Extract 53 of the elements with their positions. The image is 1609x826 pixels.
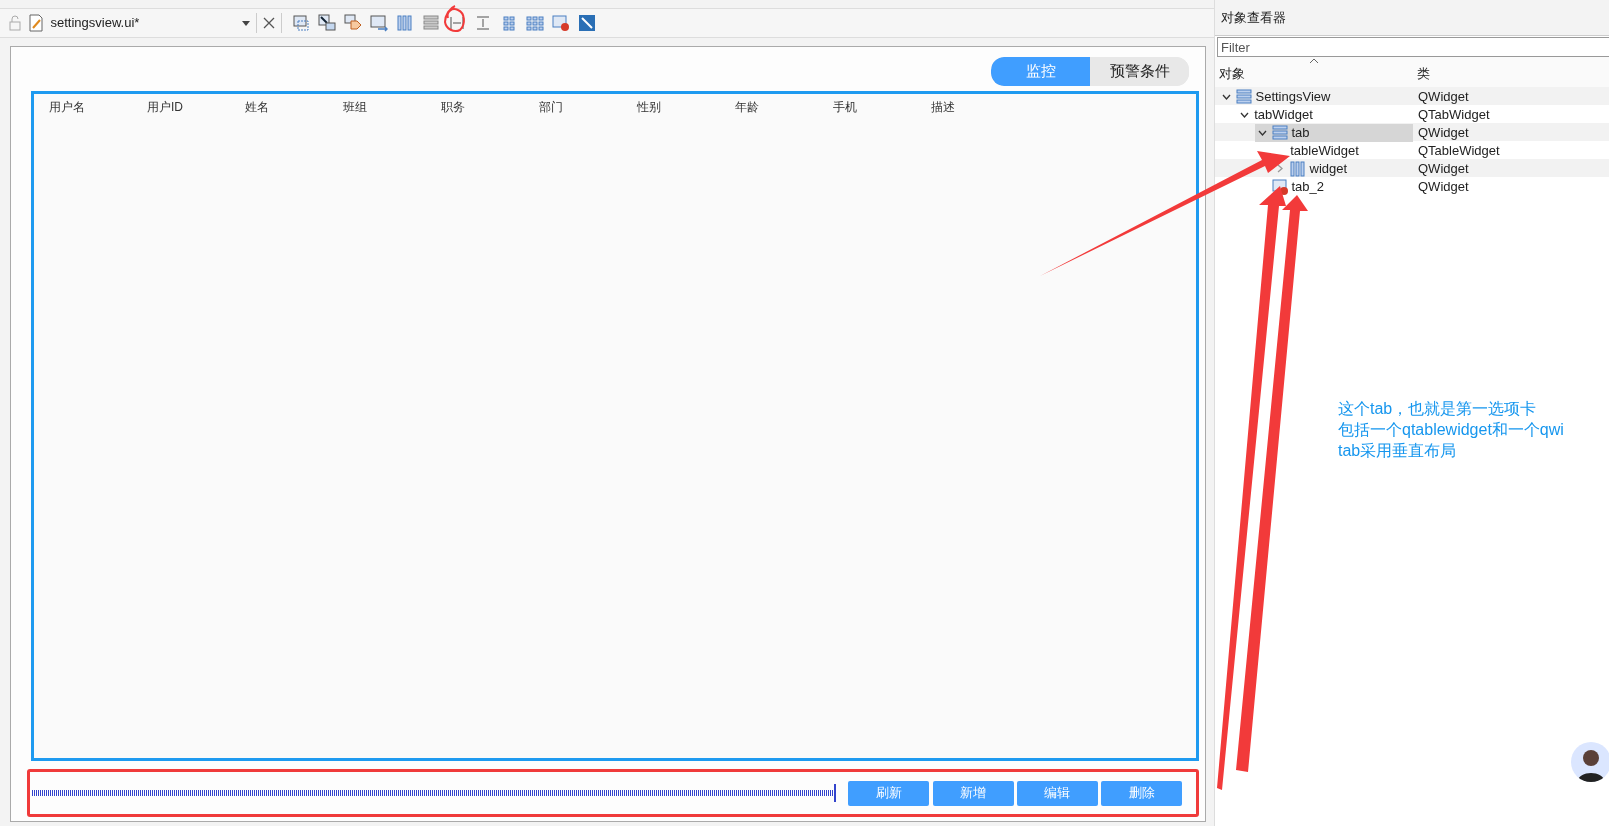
chevron-down-icon[interactable] (1257, 129, 1267, 136)
chevron-right-icon[interactable] (1277, 164, 1283, 174)
class-name: QTabWidget (1417, 106, 1491, 124)
chevron-down-icon[interactable] (1239, 111, 1249, 118)
column-header: 职务 (441, 98, 466, 116)
object-name: tab_2 (1291, 178, 1325, 196)
column-header: 类 (1416, 64, 1431, 83)
column-header: 对象 (1218, 64, 1246, 83)
adjust-size-icon[interactable] (578, 14, 596, 32)
file-edit-icon (28, 14, 44, 32)
tag-icon[interactable] (344, 14, 362, 32)
tree-item[interactable]: widget (1273, 159, 1413, 178)
caret-icon (242, 20, 250, 26)
tree-item[interactable]: tab (1255, 123, 1413, 142)
tree-item[interactable]: SettingsView (1219, 87, 1413, 106)
class-name: QWidget (1417, 178, 1470, 196)
chevron-down-icon[interactable] (1221, 93, 1231, 100)
sort-icon (1309, 58, 1319, 64)
filter-field[interactable]: Filter (1217, 37, 1609, 57)
column-header: 部门 (539, 98, 564, 116)
close-icon[interactable] (263, 17, 275, 29)
class-name: QWidget (1417, 88, 1470, 106)
column-header: 班组 (343, 98, 368, 116)
annotation-text: 这个tab，也就是第一选项卡 包括一个qtablewidget和一个qwi tab采用垂直布局 (1338, 399, 1564, 461)
file-selector[interactable]: settingsview.ui* (28, 13, 250, 33)
column-header: 姓名 (245, 98, 270, 116)
tree-item[interactable]: tableWidget (1273, 141, 1413, 160)
widget-box-icon[interactable] (292, 14, 310, 32)
column-header: 年龄 (735, 98, 760, 116)
tab-order-icon[interactable] (370, 14, 388, 32)
class-name: QWidget (1417, 124, 1470, 142)
object-name: widget (1309, 160, 1348, 178)
class-name: QTableWidget (1417, 142, 1501, 160)
object-name: SettingsView (1255, 88, 1331, 106)
column-header: 描述 (931, 98, 956, 116)
vertical-splitter-icon[interactable] (474, 14, 492, 32)
column-header: 手机 (833, 98, 858, 116)
object-name: tableWidget (1290, 142, 1359, 160)
tree-item[interactable]: tabWidget (1237, 105, 1413, 124)
object-name: tab (1291, 124, 1310, 142)
rows-icon[interactable] (422, 14, 440, 32)
horizontal-splitter-icon[interactable] (448, 14, 466, 32)
break-layout-icon[interactable] (552, 14, 570, 32)
class-name: QWidget (1417, 160, 1470, 178)
column-header: 用户名 (49, 98, 86, 116)
form-grid-icon[interactable] (526, 14, 544, 32)
object-name: tabWidget (1254, 106, 1313, 124)
arrow-box-icon[interactable] (318, 14, 336, 32)
grid-icon[interactable] (500, 14, 518, 32)
column-header: 用户ID (147, 98, 184, 116)
columns-icon[interactable] (396, 14, 414, 32)
panel-title: 对象查看器 (1215, 0, 1609, 36)
column-header: 性别 (637, 98, 662, 116)
